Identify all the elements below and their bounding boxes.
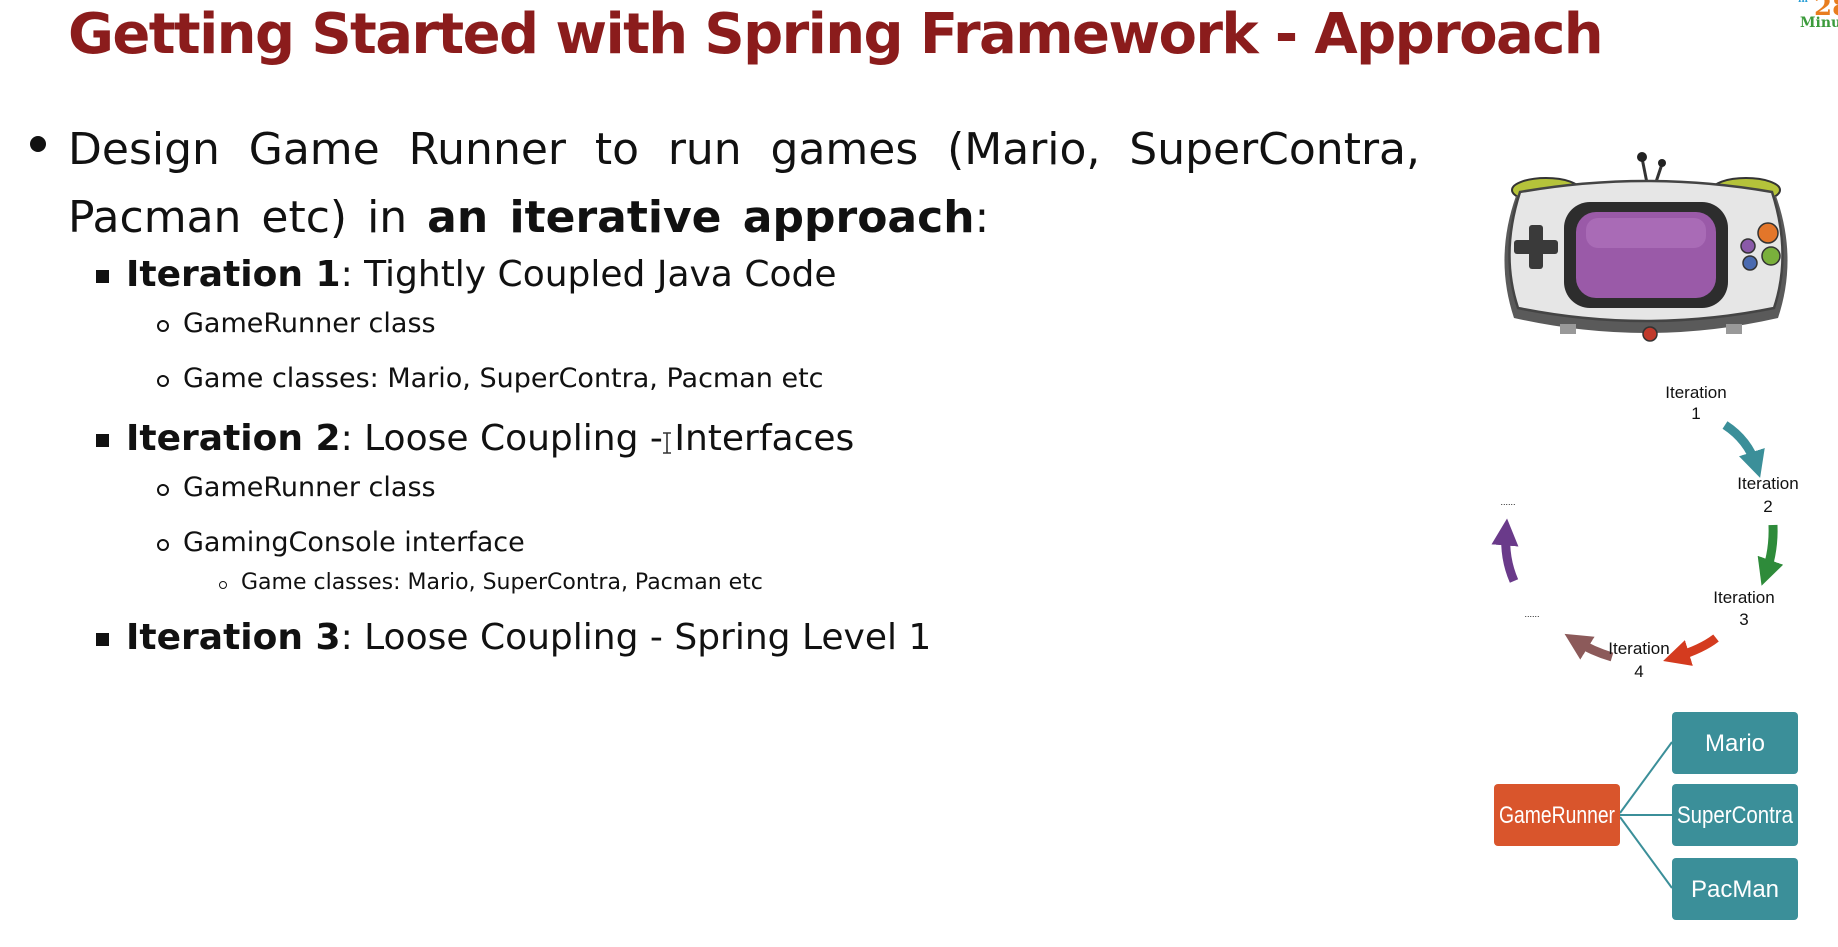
square-bullet-icon bbox=[96, 270, 109, 283]
iteration-2-subitem-1: Game classes: Mario, SuperContra, Pacman… bbox=[241, 570, 763, 595]
cycle-ellipsis-1: ...... bbox=[1500, 497, 1515, 507]
iteration-1-item-2: Game classes: Mario, SuperContra, Pacman… bbox=[183, 363, 824, 394]
iteration-2-item-2: GamingConsole interface bbox=[183, 527, 525, 558]
cycle-arrow-brown bbox=[1564, 633, 1614, 662]
bullet-dot-icon bbox=[30, 136, 46, 152]
cycle-label-3-word: Iteration bbox=[1713, 588, 1774, 607]
iteration-3-label: Iteration 3 bbox=[126, 617, 341, 658]
cycle-label-1-number: 1 bbox=[1691, 404, 1700, 423]
main-bullet: Design Game Runner to run games (Mario, … bbox=[68, 116, 1420, 252]
brand-logo: in 28 Minutes bbox=[1798, 0, 1838, 34]
iteration-1-heading: Iteration 1: Tightly Coupled Java Code bbox=[126, 254, 836, 295]
handheld-game-console-icon bbox=[1504, 152, 1788, 342]
iteration-3-heading: Iteration 3: Loose Coupling - Spring Lev… bbox=[126, 617, 931, 658]
cycle-label-3-number: 3 bbox=[1739, 610, 1748, 629]
iteration-1-item-1: GameRunner class bbox=[183, 308, 436, 339]
cycle-arrow-purple bbox=[1491, 518, 1519, 583]
iteration-2-heading: Iteration 2: Loose Coupling - Interfaces bbox=[126, 418, 854, 459]
cycle-label-2-number: 2 bbox=[1763, 497, 1772, 516]
cycle-arrow-teal bbox=[1722, 421, 1765, 478]
mario-label: Mario bbox=[1705, 730, 1765, 757]
dependency-diagram: GameRunner Mario SuperContra PacMan bbox=[1494, 712, 1798, 920]
iteration-1-text: : Tightly Coupled Java Code bbox=[340, 254, 837, 295]
text-cursor-icon bbox=[663, 432, 671, 454]
pacman-label: PacMan bbox=[1691, 876, 1779, 903]
circle-bullet-icon bbox=[157, 375, 169, 387]
circle-bullet-icon bbox=[157, 484, 169, 496]
main-bullet-emphasis: an iterative approach bbox=[427, 192, 975, 243]
gamerunner-label: GameRunner bbox=[1499, 802, 1615, 829]
brand-suffix: Minutes bbox=[1800, 15, 1838, 31]
iteration-2-text: : Loose Coupling - Interfaces bbox=[340, 418, 855, 459]
circle-bullet-icon bbox=[157, 539, 169, 551]
cycle-label-4-word: Iteration bbox=[1608, 639, 1669, 658]
square-bullet-icon bbox=[96, 633, 109, 646]
supercontra-label: SuperContra bbox=[1677, 802, 1794, 829]
iteration-1-label: Iteration 1 bbox=[126, 254, 341, 295]
iteration-2-label: Iteration 2 bbox=[126, 418, 341, 459]
cycle-arrow-red bbox=[1663, 634, 1719, 666]
slide-title: Getting Started with Spring Framework - … bbox=[68, 2, 1604, 67]
circle-bullet-icon bbox=[157, 320, 169, 332]
small-circle-bullet-icon bbox=[219, 581, 227, 589]
iteration-cycle-diagram: Iteration 1 Iteration 2 Iteration 3 Iter… bbox=[1491, 383, 1799, 681]
cycle-label-4-number: 4 bbox=[1634, 662, 1643, 681]
cycle-arrow-green bbox=[1757, 524, 1784, 586]
iteration-3-text: : Loose Coupling - Spring Level 1 bbox=[340, 617, 932, 658]
brand-prefix: in bbox=[1798, 0, 1808, 5]
cycle-label-2-word: Iteration bbox=[1737, 474, 1798, 493]
cycle-label-1-word: Iteration bbox=[1665, 383, 1726, 402]
cycle-ellipsis-2: ...... bbox=[1524, 609, 1539, 619]
square-bullet-icon bbox=[96, 434, 109, 447]
main-bullet-end: : bbox=[974, 192, 990, 243]
iteration-2-item-1: GameRunner class bbox=[183, 472, 436, 503]
